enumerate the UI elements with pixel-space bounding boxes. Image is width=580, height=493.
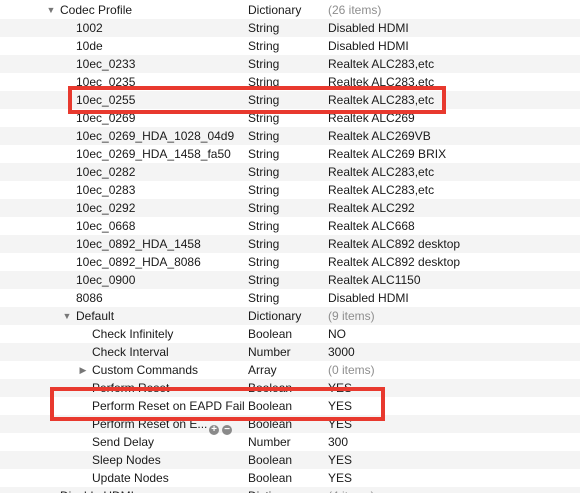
row-value[interactable]: Realtek ALC668 <box>328 217 415 235</box>
row-value[interactable]: 3000 <box>328 343 355 361</box>
disclosure-closed-icon[interactable]: ▶ <box>46 487 56 493</box>
row-value[interactable]: 300 <box>328 433 348 451</box>
row-type[interactable]: Dictionary <box>248 307 301 325</box>
row-type[interactable]: Boolean <box>248 469 292 487</box>
row-key[interactable]: Sleep Nodes <box>92 451 161 469</box>
row-key[interactable]: 10ec_0269_HDA_1458_fa50 <box>76 145 231 163</box>
row-value[interactable]: Realtek ALC283,etc <box>328 163 434 181</box>
row-type[interactable]: Array <box>248 361 277 379</box>
plist-row[interactable]: 10ec_0892_HDA_8086 String Realtek ALC892 d… <box>0 253 580 271</box>
disclosure-open-icon[interactable]: ▼ <box>62 307 72 325</box>
plist-row[interactable]: Send Delay Number 300 <box>0 433 580 451</box>
row-key[interactable]: Check Infinitely <box>92 325 173 343</box>
row-type[interactable]: String <box>248 163 279 181</box>
row-key[interactable]: 10ec_0892_HDA_8086 <box>76 253 201 271</box>
plist-row[interactable]: ▼ Default Dictionary (9 items) <box>0 307 580 325</box>
plist-row[interactable]: ▶ Disable HDMI Dictionary (4 items) <box>0 487 580 493</box>
row-key[interactable]: Update Nodes <box>92 469 169 487</box>
disclosure-open-icon[interactable]: ▼ <box>46 1 56 19</box>
row-type[interactable]: Boolean <box>248 451 292 469</box>
row-key[interactable]: 10ec_0282 <box>76 163 135 181</box>
row-value[interactable]: Disabled HDMI <box>328 289 409 307</box>
row-key[interactable]: Check Interval <box>92 343 169 361</box>
plist-row[interactable]: 8086 String Disabled HDMI <box>0 289 580 307</box>
plist-row[interactable]: 10ec_0292 String Realtek ALC292 <box>0 199 580 217</box>
plist-row[interactable]: Sleep Nodes Boolean YES <box>0 451 580 469</box>
plist-row[interactable]: 10ec_0900 String Realtek ALC1150 <box>0 271 580 289</box>
plist-row[interactable]: Check Infinitely Boolean NO <box>0 325 580 343</box>
plist-row[interactable]: Update Nodes Boolean YES <box>0 469 580 487</box>
row-value[interactable]: Realtek ALC292 <box>328 199 415 217</box>
row-value[interactable]: Disabled HDMI <box>328 19 409 37</box>
row-key[interactable]: 10ec_0892_HDA_1458 <box>76 235 201 253</box>
row-value[interactable]: Realtek ALC283,etc <box>328 55 434 73</box>
highlight-box-reset-eapd <box>50 387 385 421</box>
plist-row[interactable]: 10ec_0283 String Realtek ALC283,etc <box>0 181 580 199</box>
row-type[interactable]: String <box>248 289 279 307</box>
row-type[interactable]: String <box>248 253 279 271</box>
plist-row[interactable]: 1002 String Disabled HDMI <box>0 19 580 37</box>
row-value[interactable]: Realtek ALC283,etc <box>328 181 434 199</box>
highlight-box-10ec-0255 <box>68 86 446 114</box>
plist-row[interactable]: 10ec_0233 String Realtek ALC283,etc <box>0 55 580 73</box>
row-value[interactable]: (9 items) <box>328 307 375 325</box>
row-type[interactable]: Number <box>248 343 291 361</box>
row-value[interactable]: Realtek ALC269 BRIX <box>328 145 446 163</box>
row-type[interactable]: String <box>248 19 279 37</box>
row-value[interactable]: YES <box>328 469 352 487</box>
row-type[interactable]: String <box>248 217 279 235</box>
row-key[interactable]: 8086 <box>76 289 103 307</box>
row-type[interactable]: String <box>248 235 279 253</box>
plist-row[interactable]: 10ec_0269_HDA_1458_fa50 String Realtek ALC… <box>0 145 580 163</box>
plist-row[interactable]: 10ec_0269_HDA_1028_04d9 String Realtek ALC… <box>0 127 580 145</box>
row-key[interactable]: Send Delay <box>92 433 154 451</box>
row-value[interactable]: Realtek ALC892 desktop <box>328 235 460 253</box>
row-key[interactable]: 10ec_0900 <box>76 271 135 289</box>
row-key[interactable]: Codec Profile <box>60 1 132 19</box>
row-type[interactable]: Dictionary <box>248 487 301 493</box>
row-value[interactable]: (4 items) <box>328 487 375 493</box>
row-type[interactable]: Boolean <box>248 325 292 343</box>
row-type[interactable]: Dictionary <box>248 1 301 19</box>
row-key[interactable]: 10ec_0269_HDA_1028_04d9 <box>76 127 234 145</box>
row-type[interactable]: String <box>248 55 279 73</box>
plist-row[interactable]: ▼ Codec Profile Dictionary (26 items) <box>0 1 580 19</box>
row-key[interactable]: 10ec_0233 <box>76 55 135 73</box>
plist-row[interactable]: Check Interval Number 3000 <box>0 343 580 361</box>
row-key[interactable]: Disable HDMI <box>60 487 134 493</box>
row-key[interactable]: 10ec_0668 <box>76 217 135 235</box>
row-value[interactable]: Realtek ALC269VB <box>328 127 431 145</box>
plist-row[interactable]: 10de String Disabled HDMI <box>0 37 580 55</box>
row-value[interactable]: NO <box>328 325 346 343</box>
row-value[interactable]: YES <box>328 451 352 469</box>
row-key[interactable]: 10de <box>76 37 103 55</box>
row-key[interactable]: 10ec_0283 <box>76 181 135 199</box>
row-key[interactable]: Custom Commands <box>92 361 198 379</box>
plist-row[interactable]: ▶ Custom Commands Array (0 items) <box>0 361 580 379</box>
plist-row[interactable]: 10ec_0282 String Realtek ALC283,etc <box>0 163 580 181</box>
row-value[interactable]: (0 items) <box>328 361 375 379</box>
row-type[interactable]: String <box>248 127 279 145</box>
row-type[interactable]: String <box>248 199 279 217</box>
plist-row[interactable]: 10ec_0892_HDA_1458 String Realtek ALC892 d… <box>0 235 580 253</box>
row-type[interactable]: String <box>248 181 279 199</box>
row-type[interactable]: String <box>248 271 279 289</box>
row-key[interactable]: Default <box>76 307 114 325</box>
disclosure-closed-icon[interactable]: ▶ <box>78 361 88 379</box>
row-type[interactable]: String <box>248 145 279 163</box>
row-type[interactable]: String <box>248 37 279 55</box>
row-value[interactable]: Disabled HDMI <box>328 37 409 55</box>
row-key[interactable]: 1002 <box>76 19 103 37</box>
row-value[interactable]: Realtek ALC1150 <box>328 271 421 289</box>
row-key[interactable]: 10ec_0292 <box>76 199 135 217</box>
row-value[interactable]: (26 items) <box>328 1 381 19</box>
row-type[interactable]: Number <box>248 433 291 451</box>
plist-row[interactable]: 10ec_0668 String Realtek ALC668 <box>0 217 580 235</box>
row-value[interactable]: Realtek ALC892 desktop <box>328 253 460 271</box>
